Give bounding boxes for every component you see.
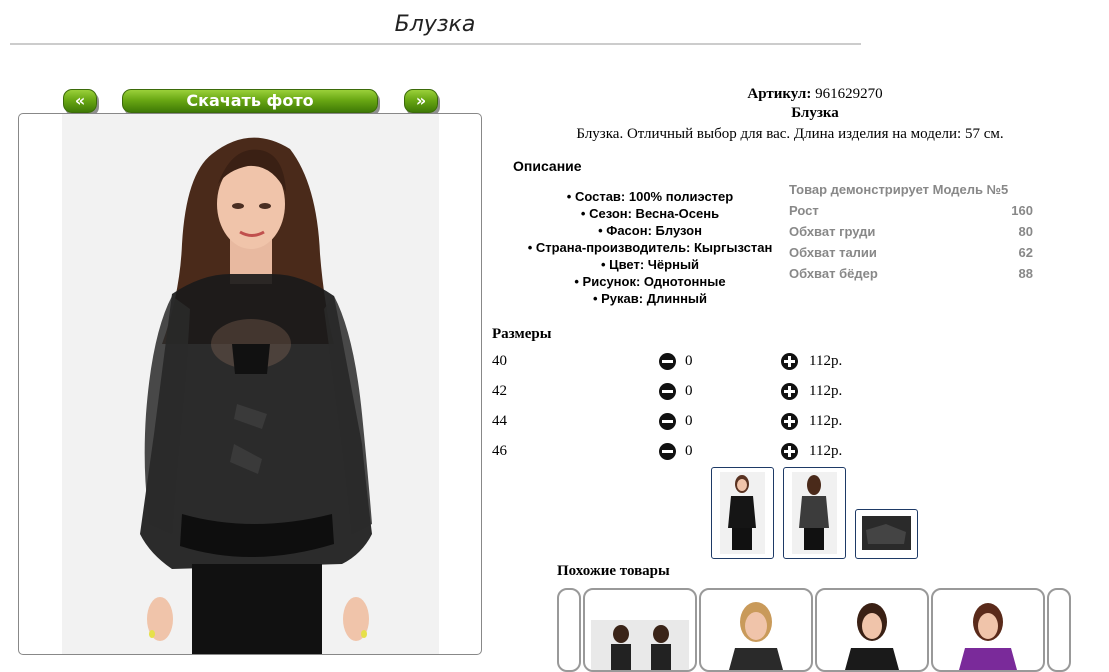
size-row: 40 0 112р. — [492, 353, 892, 375]
minus-icon[interactable] — [659, 413, 676, 430]
model-row: Обхват талии 62 — [789, 244, 1033, 265]
prev-photo-button[interactable]: « — [63, 89, 97, 113]
model-row-label: Обхват груди — [789, 224, 876, 239]
page-title: Блузка — [394, 12, 476, 37]
similar-products-heading: Похожие товары — [557, 563, 670, 579]
model-row: Обхват бёдер 88 — [789, 265, 1033, 286]
plus-icon[interactable] — [781, 383, 798, 400]
model-row-label: Обхват талии — [789, 245, 877, 260]
download-photo-button[interactable]: Скачать фото — [122, 89, 378, 113]
size-label: 42 — [492, 383, 507, 399]
minus-icon[interactable] — [659, 443, 676, 460]
size-label: 40 — [492, 353, 507, 369]
article-value: 961629270 — [815, 86, 883, 102]
article-line: Артикул: 961629270 — [660, 86, 970, 103]
model-row: Обхват груди 80 — [789, 223, 1033, 244]
photo-thumbnail[interactable] — [711, 467, 774, 559]
title-divider — [10, 43, 861, 45]
price: 112р. — [809, 383, 843, 399]
photo-thumbnail[interactable] — [783, 467, 846, 559]
product-name: Блузка — [791, 105, 839, 121]
quantity-value: 0 — [685, 443, 693, 459]
minus-icon[interactable] — [659, 383, 676, 400]
quantity-value: 0 — [685, 383, 693, 399]
similar-product-card[interactable] — [583, 588, 697, 672]
minus-icon[interactable] — [659, 353, 676, 370]
model-in-blouse-image — [140, 137, 372, 654]
model-row: Рост 160 — [789, 202, 1033, 223]
similar-scroll-left[interactable] — [557, 588, 581, 672]
spec-item: • Фасон: Блузон — [598, 223, 702, 238]
spec-item: • Состав: 100% полиэстер — [566, 189, 734, 204]
product-description: Блузка. Отличный выбор для вас. Длина из… — [576, 126, 1004, 142]
size-row: 46 0 112р. — [492, 443, 892, 465]
plus-icon[interactable] — [781, 443, 798, 460]
similar-product-image — [959, 603, 1017, 670]
spec-item: • Страна-производитель: Кыргызстан — [527, 240, 773, 255]
model-row-label: Обхват бёдер — [789, 266, 878, 281]
article-label: Артикул: — [747, 86, 812, 102]
thumbnail-back-image — [792, 472, 837, 554]
model-row-label: Рост — [789, 203, 819, 218]
product-photo[interactable] — [18, 113, 482, 655]
similar-product-image — [845, 603, 899, 670]
quantity-value: 0 — [685, 413, 693, 429]
size-label: 44 — [492, 413, 507, 429]
spec-list: • Состав: 100% полиэстер • Сезон: Весна-… — [500, 188, 800, 307]
size-label: 46 — [492, 443, 507, 459]
price: 112р. — [809, 353, 843, 369]
similar-product-card[interactable] — [815, 588, 929, 672]
thumbnail-detail-image — [862, 516, 911, 550]
similar-product-image — [591, 620, 689, 670]
size-row: 42 0 112р. — [492, 383, 892, 405]
similar-scroll-right[interactable] — [1047, 588, 1071, 672]
thumbnail-front-image — [720, 472, 765, 554]
spec-item: • Рисунок: Однотонные — [574, 274, 726, 289]
similar-product-card[interactable] — [931, 588, 1045, 672]
similar-product-image — [729, 602, 783, 670]
model-row-value: 62 — [1018, 245, 1033, 260]
plus-icon[interactable] — [781, 353, 798, 370]
similar-product-card[interactable] — [699, 588, 813, 672]
price: 112р. — [809, 443, 843, 459]
model-row-value: 80 — [1018, 224, 1033, 239]
model-row-value: 88 — [1018, 266, 1033, 281]
model-row-value: 160 — [1011, 203, 1033, 218]
model-heading: Товар демонстрирует Модель №5 — [789, 182, 1009, 197]
model-measurements: Товар демонстрирует Модель №5 Рост 160 О… — [789, 181, 1033, 286]
spec-item: • Рукав: Длинный — [592, 291, 708, 306]
sizes-heading: Размеры — [492, 326, 552, 342]
spec-item: • Сезон: Весна-Осень — [580, 206, 720, 221]
quantity-value: 0 — [685, 353, 693, 369]
photo-thumbnail[interactable] — [855, 509, 918, 559]
spec-item: • Цвет: Чёрный — [600, 257, 700, 272]
price: 112р. — [809, 413, 843, 429]
next-photo-button[interactable]: » — [404, 89, 438, 113]
description-heading: Описание — [513, 158, 582, 174]
size-row: 44 0 112р. — [492, 413, 892, 435]
plus-icon[interactable] — [781, 413, 798, 430]
